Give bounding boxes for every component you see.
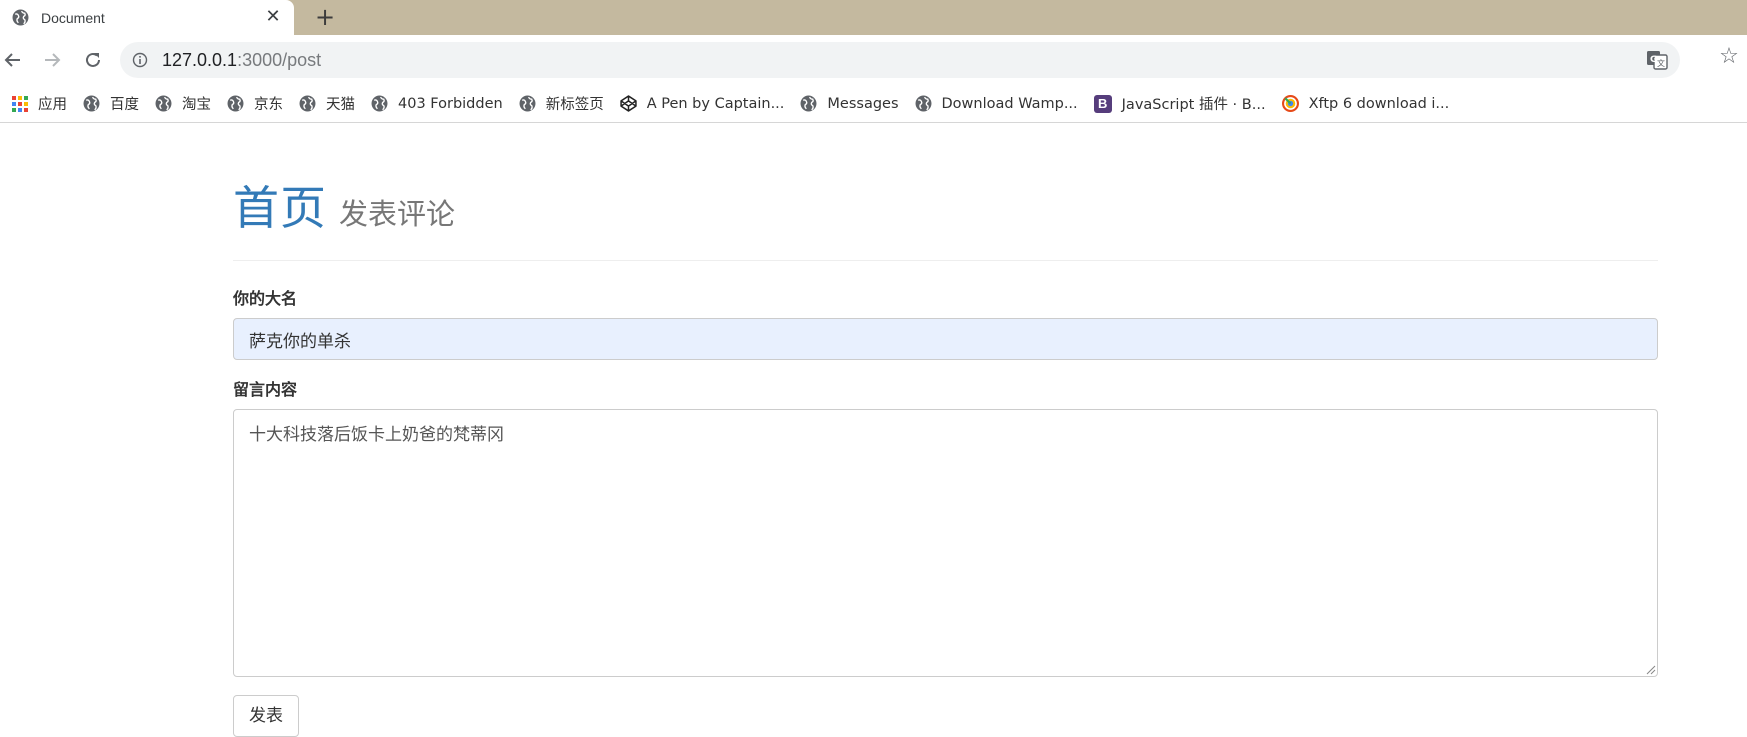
back-button[interactable] — [0, 47, 26, 73]
page-subtitle: 发表评论 — [339, 197, 456, 231]
resize-handle-icon[interactable] — [1644, 663, 1656, 675]
globe-icon — [12, 9, 29, 26]
bookmark-label: Download Wamp... — [941, 95, 1078, 112]
bookmark-star-icon[interactable]: ☆ — [1716, 44, 1742, 70]
page-content: 首页 发表评论 你的大名 萨克你的单杀 留言内容 十大科技落后饭卡上奶爸的梵蒂冈… — [233, 124, 1658, 737]
bookmark-label: 新标签页 — [545, 97, 604, 113]
bookmark-label: A Pen by Captain... — [646, 95, 785, 112]
globe-icon — [299, 95, 316, 112]
bookmark-item[interactable]: Messages — [792, 89, 906, 119]
message-label: 留言内容 — [233, 380, 298, 399]
forward-button[interactable] — [39, 47, 65, 73]
globe-icon — [915, 95, 931, 112]
bookmark-label: 应用 — [38, 97, 67, 113]
bookmark-item[interactable]: Xftp 6 download i... — [1274, 89, 1458, 119]
bookmark-item[interactable]: 应用 — [4, 89, 75, 119]
globe-icon — [371, 95, 388, 112]
page-header: 首页 发表评论 — [233, 124, 1658, 261]
bookmark-label: 淘宝 — [182, 97, 211, 113]
globe-icon — [227, 95, 244, 112]
address-bar[interactable]: 127.0.0.1:3000/post G 文 — [120, 42, 1680, 78]
name-input-value: 萨克你的单杀 — [249, 331, 351, 352]
forward-arrow-icon — [45, 53, 61, 67]
new-tab-button[interactable]: + — [312, 4, 338, 30]
info-icon[interactable] — [132, 52, 148, 68]
translate-button[interactable]: G 文 — [1644, 47, 1670, 73]
bootstrap-icon: B — [1093, 94, 1112, 113]
bookmark-item[interactable]: 403 Forbidden — [363, 89, 511, 119]
name-label: 你的大名 — [233, 289, 298, 308]
reload-icon — [86, 52, 100, 67]
bookmark-item[interactable]: A Pen by Captain... — [612, 89, 793, 119]
page-title-home: 首页 — [233, 181, 327, 235]
xftp-icon — [1281, 95, 1299, 112]
translate-icon: G 文 — [1647, 51, 1668, 70]
url-text: 127.0.0.1:3000/post — [162, 50, 321, 71]
browser-toolbar: 127.0.0.1:3000/post G 文 ☆ — [0, 35, 1747, 85]
bookmark-item[interactable]: 淘宝 — [147, 89, 219, 119]
bookmark-label: Messages — [827, 95, 899, 112]
bookmark-item[interactable]: 京东 — [219, 89, 291, 119]
bookmark-item[interactable]: 百度 — [75, 89, 147, 119]
bookmark-label: Xftp 6 download i... — [1308, 95, 1450, 112]
browser-tab[interactable]: Document ✕ — [0, 0, 294, 35]
codepen-icon — [620, 95, 637, 112]
bookmarks-bar: 应用 百度 淘宝 京东 天猫 403 Forbidden 新标签页 A Pen by Capt… — [0, 85, 1747, 123]
globe-icon — [800, 95, 817, 112]
globe-icon — [155, 95, 172, 112]
message-textarea-value: 十大科技落后饭卡上奶爸的梵蒂冈 — [249, 425, 504, 445]
bookmark-label: 百度 — [110, 97, 139, 113]
url-host: 127.0.0.1 — [162, 49, 238, 70]
bookmark-item[interactable]: Download Wamp... — [907, 89, 1086, 119]
back-arrow-icon — [4, 53, 20, 67]
message-form-group: 留言内容 十大科技落后饭卡上奶爸的梵蒂冈 — [233, 376, 1658, 677]
bookmark-label: JavaScript 插件 · B... — [1121, 97, 1266, 113]
reload-button[interactable] — [80, 47, 106, 73]
svg-text:文: 文 — [1657, 58, 1665, 68]
bookmark-label: 京东 — [254, 97, 283, 113]
tab-strip: Document ✕ + — [0, 0, 1747, 35]
bookmark-label: 天猫 — [326, 97, 355, 113]
globe-icon — [83, 95, 100, 112]
tab-title: Document — [41, 9, 105, 26]
bookmark-label: 403 Forbidden — [398, 95, 503, 112]
url-path: :3000/post — [237, 49, 322, 70]
name-input[interactable]: 萨克你的单杀 — [233, 318, 1658, 360]
globe-icon — [519, 95, 536, 112]
bookmark-item[interactable]: 新标签页 — [511, 89, 612, 119]
bookmark-item[interactable]: 天猫 — [291, 89, 363, 119]
submit-button[interactable]: 发表 — [233, 695, 299, 737]
name-form-group: 你的大名 萨克你的单杀 — [233, 285, 1658, 360]
apps-grid-icon — [12, 95, 28, 112]
bookmark-item[interactable]: B JavaScript 插件 · B... — [1086, 89, 1274, 119]
close-tab-icon[interactable]: ✕ — [264, 8, 282, 26]
message-textarea[interactable]: 十大科技落后饭卡上奶爸的梵蒂冈 — [233, 409, 1658, 677]
